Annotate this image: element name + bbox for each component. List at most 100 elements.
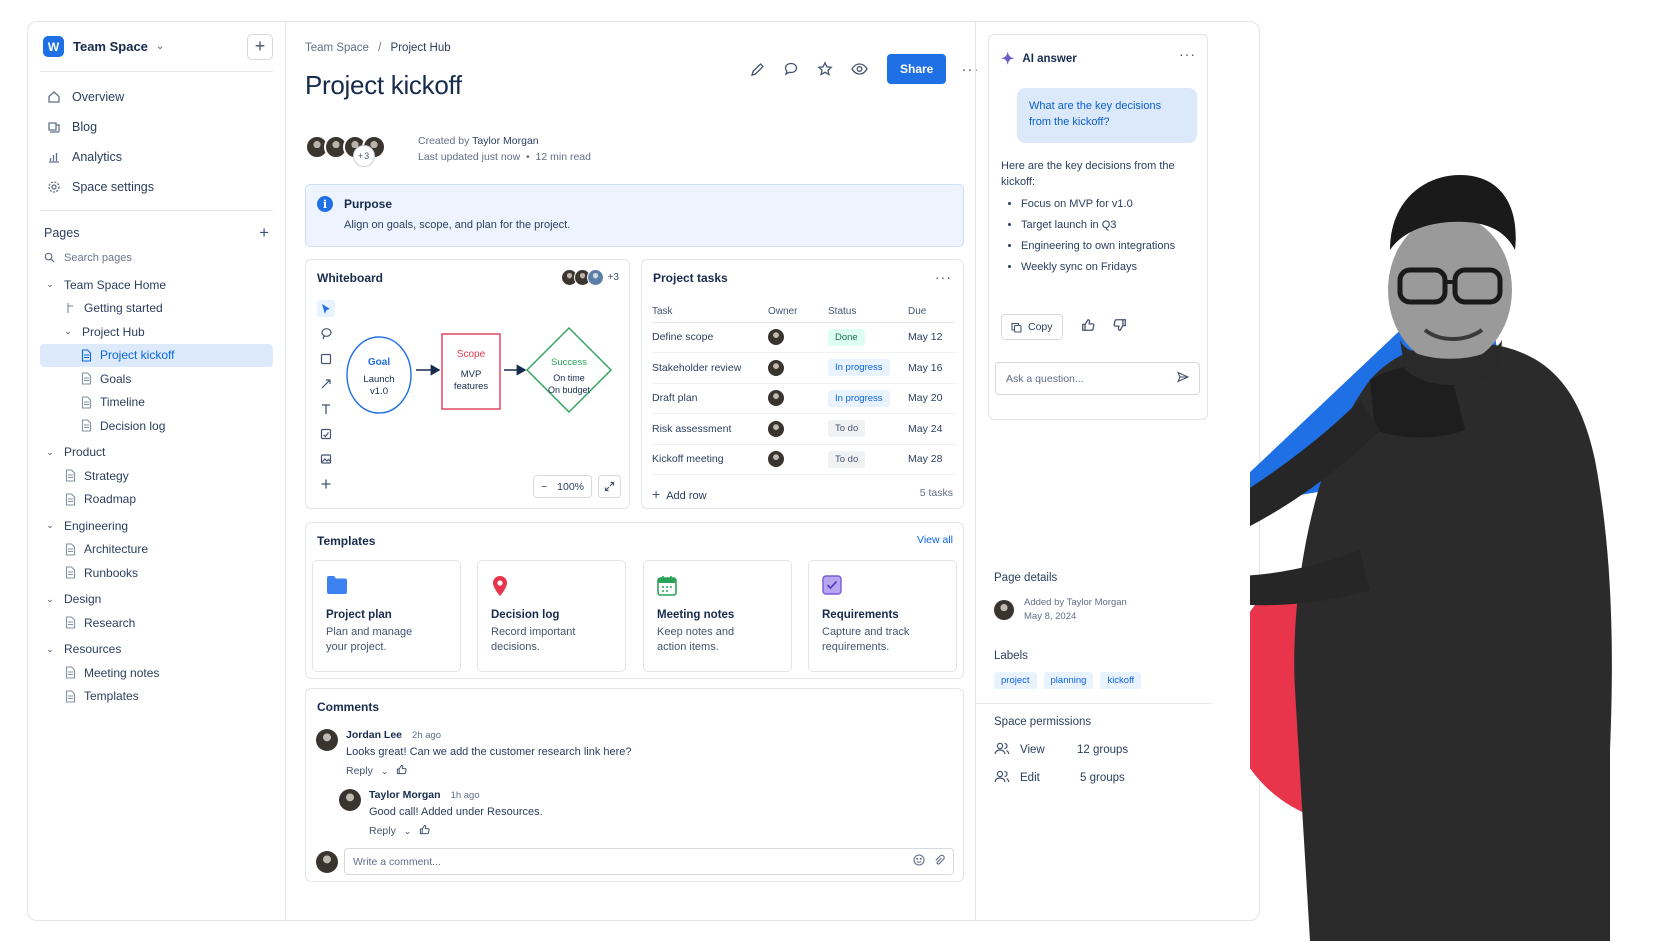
tree-item-team-space-home[interactable]: ⌄ Team Space Home	[40, 273, 273, 297]
tree-item-engineering[interactable]: ⌄ Engineering	[40, 514, 273, 538]
status-badge[interactable]: To do	[828, 420, 866, 438]
view-all-link[interactable]: View all	[917, 534, 953, 546]
add-row-button[interactable]: + Add row	[652, 486, 707, 502]
tree-item-runbooks[interactable]: Runbooks	[40, 561, 273, 585]
reply-button[interactable]: Reply	[369, 825, 396, 837]
tree-item-decision-log[interactable]: Decision log	[40, 414, 273, 438]
avatar[interactable]	[339, 789, 361, 811]
nav-analytics[interactable]: Analytics	[40, 142, 273, 172]
like-icon[interactable]	[396, 764, 407, 778]
task-name[interactable]: Stakeholder review	[652, 352, 768, 384]
more-icon[interactable]: ···	[935, 269, 952, 285]
select-tool-icon[interactable]	[317, 300, 335, 317]
zoom-level[interactable]: 100%	[557, 481, 584, 493]
comment-author[interactable]: Taylor Morgan	[369, 789, 441, 801]
share-button[interactable]: Share	[887, 54, 947, 84]
label-tag[interactable]: kickoff	[1100, 672, 1142, 689]
avatar[interactable]	[768, 359, 784, 376]
avatar[interactable]	[768, 390, 784, 407]
template-meeting-notes[interactable]: Meeting notes Keep notes and action item…	[643, 560, 792, 672]
tree-item-meeting-notes[interactable]: Meeting notes	[40, 661, 273, 685]
comment-icon[interactable]	[781, 59, 801, 79]
workspace-name[interactable]: Team Space	[73, 39, 148, 54]
task-name[interactable]: Draft plan	[652, 383, 768, 414]
tree-item-design[interactable]: ⌄ Design	[40, 588, 273, 612]
image-tool-icon[interactable]	[317, 450, 335, 467]
template-project-plan[interactable]: Project plan Plan and manage your projec…	[312, 560, 461, 672]
permission-edit[interactable]: Edit 5 groups	[994, 764, 1194, 792]
avatar[interactable]	[994, 600, 1014, 620]
success-node[interactable]	[526, 327, 612, 413]
search-pages[interactable]: Search pages	[40, 243, 273, 273]
ask-input[interactable]: Ask a question...	[995, 362, 1200, 395]
chevron-down-icon[interactable]: ⌄	[156, 41, 164, 52]
add-tool-icon[interactable]	[317, 475, 335, 492]
table-row[interactable]: Define scope Done May 12	[652, 322, 955, 353]
tree-item-project-hub[interactable]: ⌄ Project Hub	[40, 320, 273, 344]
tree-item-getting-started[interactable]: Getting started	[40, 297, 273, 321]
avatar[interactable]	[768, 329, 784, 346]
thumbs-down-icon[interactable]	[1113, 318, 1127, 337]
label-tag[interactable]: planning	[1043, 672, 1094, 689]
table-row[interactable]: Stakeholder review In progress May 16	[652, 352, 955, 384]
breadcrumb-current[interactable]: Project Hub	[391, 42, 451, 54]
col-task[interactable]: Task	[652, 301, 768, 323]
task-name[interactable]: Define scope	[652, 322, 768, 353]
nav-blog[interactable]: Blog	[40, 112, 273, 142]
sticky-note-tool-icon[interactable]	[317, 425, 335, 442]
line-tool-icon[interactable]	[317, 375, 335, 392]
author-name[interactable]: Taylor Morgan	[472, 135, 539, 147]
search-input[interactable]: Search pages	[64, 252, 132, 264]
watch-icon[interactable]	[849, 59, 869, 79]
chevron-down-icon[interactable]: ⌄	[44, 447, 56, 458]
comment-input[interactable]: Write a comment...	[344, 848, 954, 875]
thumbs-up-icon[interactable]	[1081, 318, 1095, 337]
label-tag[interactable]: project	[994, 672, 1037, 689]
copy-button[interactable]: Copy	[1001, 314, 1063, 340]
permission-view[interactable]: View 12 groups	[994, 736, 1194, 764]
tree-item-goals[interactable]: Goals	[40, 367, 273, 391]
tree-item-strategy[interactable]: Strategy	[40, 464, 273, 488]
chevron-down-icon[interactable]: ⌄	[404, 826, 412, 837]
emoji-icon[interactable]	[913, 854, 925, 869]
status-badge[interactable]: To do	[828, 450, 866, 468]
zoom-out-button[interactable]: −	[541, 481, 547, 493]
contributors[interactable]: +3	[305, 135, 386, 167]
workspace-switcher[interactable]: W Team Space ⌄ +	[40, 22, 273, 72]
task-name[interactable]: Risk assessment	[652, 413, 768, 445]
fullscreen-button[interactable]	[598, 475, 621, 498]
tree-item-templates[interactable]: Templates	[40, 685, 273, 709]
avatar[interactable]	[316, 729, 338, 751]
tree-item-product[interactable]: ⌄ Product	[40, 441, 273, 465]
status-badge[interactable]: In progress	[828, 389, 890, 407]
text-tool-icon[interactable]	[317, 400, 335, 417]
chevron-down-icon[interactable]: ⌄	[44, 520, 56, 531]
chevron-down-icon[interactable]: ⌄	[44, 594, 56, 605]
table-row[interactable]: Risk assessment To do May 24	[652, 413, 955, 445]
send-icon[interactable]	[1176, 371, 1190, 386]
more-contributors[interactable]: +3	[353, 145, 375, 167]
comment-author[interactable]: Jordan Lee	[346, 729, 402, 741]
tree-item-roadmap[interactable]: Roadmap	[40, 488, 273, 512]
whiteboard-collaborators[interactable]: +3	[560, 269, 619, 286]
more-icon[interactable]: ···	[1179, 46, 1196, 62]
chevron-down-icon[interactable]: ⌄	[44, 644, 56, 655]
tree-item-resources[interactable]: ⌄ Resources	[40, 638, 273, 662]
template-requirements[interactable]: Requirements Capture and track requireme…	[808, 560, 957, 672]
nav-space-settings[interactable]: Space settings	[40, 172, 273, 202]
status-badge[interactable]: Done	[828, 328, 865, 346]
nav-overview[interactable]: Overview	[40, 82, 273, 112]
tree-item-architecture[interactable]: Architecture	[40, 538, 273, 562]
like-icon[interactable]	[419, 824, 430, 838]
avatar[interactable]	[768, 420, 784, 437]
create-button[interactable]: +	[247, 33, 273, 60]
shape-tool-icon[interactable]	[317, 350, 335, 367]
col-status[interactable]: Status	[828, 301, 908, 323]
col-owner[interactable]: Owner	[768, 301, 828, 323]
star-icon[interactable]	[815, 59, 835, 79]
avatar[interactable]	[768, 451, 784, 468]
chevron-down-icon[interactable]: ⌄	[44, 279, 56, 290]
tree-item-timeline[interactable]: Timeline	[40, 391, 273, 415]
chevron-down-icon[interactable]: ⌄	[381, 766, 389, 777]
whiteboard-card[interactable]: Whiteboard +3 Goal Launch v1.0 Scope MVP…	[305, 259, 630, 509]
